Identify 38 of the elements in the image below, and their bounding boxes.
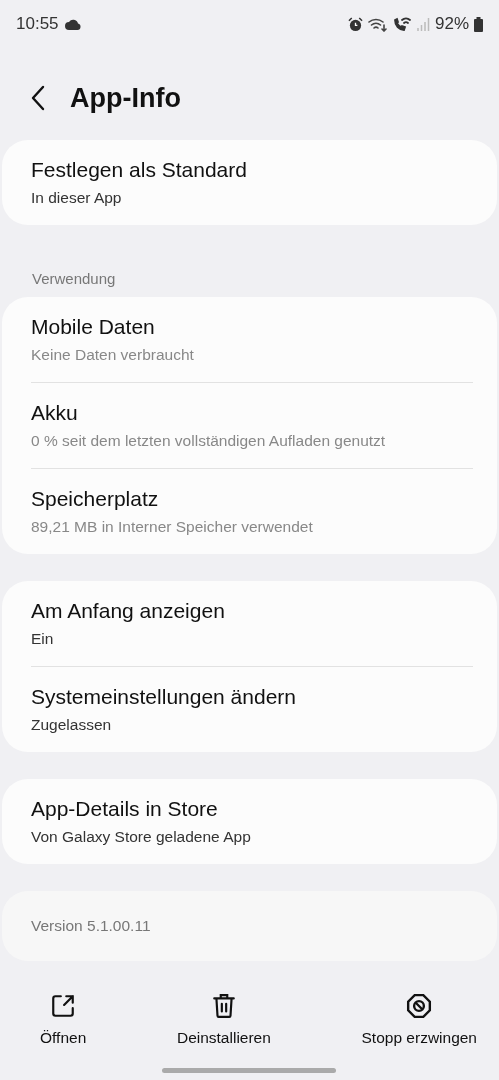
settings-item[interactable]: Speicherplatz 89,21 MB in Interner Speicher verwendet — [2, 469, 497, 554]
item-subtitle: Keine Daten verbraucht — [31, 346, 195, 364]
action-button[interactable]: Deinstallieren — [176, 993, 271, 1047]
item-subtitle: In dieser App — [31, 189, 123, 207]
signal-icon — [415, 17, 430, 31]
item-subtitle: 89,21 MB in Interner Speicher verwendet — [31, 518, 314, 536]
wifi-icon — [367, 16, 388, 32]
item-subtitle: Ein — [31, 630, 55, 648]
item-title: Akku — [31, 401, 79, 425]
section-label: Verwendung — [31, 269, 117, 289]
item-subtitle: Zugelassen — [31, 716, 113, 734]
settings-item[interactable]: Mobile Daten Keine Daten verbraucht — [2, 297, 497, 383]
item-title: Festlegen als Standard — [31, 158, 248, 182]
share-icon — [50, 993, 77, 1019]
item-title: Systemeinstellungen ändern — [31, 685, 297, 709]
wifi-call-icon — [392, 16, 411, 32]
action-button[interactable]: Öffnen — [40, 993, 87, 1047]
item-subtitle: Von Galaxy Store geladene App — [31, 828, 252, 846]
item-title: Am Anfang anzeigen — [31, 599, 226, 623]
settings-item[interactable]: Festlegen als Standard In dieser App — [2, 140, 497, 225]
settings-item[interactable]: Akku 0 % seit dem letzten vollständigen Aufladen genutzt — [2, 383, 497, 469]
battery-icon — [474, 16, 483, 32]
status-time: 10:55 — [16, 14, 59, 34]
trash-icon — [210, 993, 237, 1019]
settings-item[interactable]: App-Details in Store Von Galaxy Store geladene App — [2, 779, 497, 864]
settings-item[interactable]: Am Anfang anzeigen Ein — [2, 581, 497, 667]
page-title: App-Info — [70, 82, 181, 114]
block-icon — [406, 993, 433, 1019]
cloud-icon — [64, 18, 81, 30]
item-title: App-Details in Store — [31, 797, 219, 821]
item-title: Mobile Daten — [31, 315, 156, 339]
version-text: Version 5.1.00.11 — [31, 917, 151, 934]
action-button[interactable]: Stopp erzwingen — [361, 993, 477, 1047]
battery-percent: 92% — [434, 14, 469, 34]
settings-item[interactable]: Systemeinstellungen ändern Zugelassen — [2, 667, 497, 752]
item-title: Speicherplatz — [31, 487, 160, 511]
item-subtitle: 0 % seit dem letzten vollständigen Aufladen genutzt — [31, 432, 387, 450]
alarm-icon — [347, 16, 363, 32]
